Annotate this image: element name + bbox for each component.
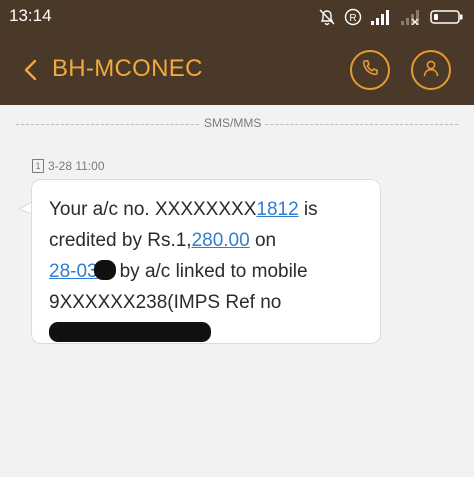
status-time: 13:14 bbox=[9, 6, 52, 25]
redaction-mark bbox=[93, 260, 116, 280]
contact-info-button[interactable] bbox=[411, 50, 451, 90]
amount-link[interactable]: 280.00 bbox=[192, 230, 250, 251]
sim-card-icon: 1 bbox=[32, 159, 44, 173]
battery-icon bbox=[430, 9, 464, 25]
message-line-1: Your a/c no. XXXXXXXX1812 is bbox=[49, 194, 369, 225]
message-line-2: credited by Rs.1,280.00 on bbox=[49, 225, 369, 256]
redaction-mark bbox=[49, 322, 211, 342]
message-bubble[interactable]: Your a/c no. XXXXXXXX1812 is credited by… bbox=[31, 179, 381, 344]
message-meta: 1 3-28 11:00 bbox=[32, 158, 105, 174]
line-text: Your a/c no. XXXXXXXX bbox=[49, 199, 257, 220]
line-text: is bbox=[298, 199, 318, 220]
date-link[interactable]: 28-03 bbox=[49, 261, 98, 282]
phone-icon bbox=[360, 58, 380, 83]
back-arrow-icon[interactable] bbox=[18, 55, 44, 85]
message-timestamp: 3-28 11:00 bbox=[48, 159, 105, 173]
registered-icon: R bbox=[344, 8, 362, 26]
signal-no-service-icon bbox=[400, 9, 422, 25]
signal-icon bbox=[370, 9, 392, 25]
message-line-5 bbox=[49, 318, 369, 349]
line-text: by a/c linked to mobile bbox=[119, 261, 308, 282]
bubble-tail bbox=[18, 201, 32, 215]
message-line-3: 28-03 by a/c linked to mobile bbox=[49, 256, 369, 287]
status-icons: R bbox=[318, 7, 464, 27]
line-text: on bbox=[249, 230, 277, 251]
mute-icon bbox=[318, 8, 336, 26]
person-icon bbox=[421, 58, 441, 83]
app-bar: BH-MCONEC bbox=[0, 34, 474, 105]
status-bar: 13:14 R bbox=[0, 0, 474, 34]
svg-text:R: R bbox=[349, 13, 356, 24]
contact-title: BH-MCONEC bbox=[52, 55, 203, 82]
account-number-link[interactable]: 1812 bbox=[256, 199, 298, 220]
call-button[interactable] bbox=[350, 50, 390, 90]
message-line-4: 9XXXXXX238(IMPS Ref no bbox=[49, 287, 369, 318]
message-type-label: SMS/MMS bbox=[200, 116, 266, 130]
line-text: 9XXXXXX238(IMPS Ref no bbox=[49, 292, 282, 313]
message-body: Your a/c no. XXXXXXXX1812 is credited by… bbox=[49, 194, 369, 349]
line-text: credited by Rs.1, bbox=[49, 230, 192, 251]
conversation-area[interactable]: SMS/MMS 1 3-28 11:00 Your a/c no. XXXXXX… bbox=[0, 105, 474, 477]
